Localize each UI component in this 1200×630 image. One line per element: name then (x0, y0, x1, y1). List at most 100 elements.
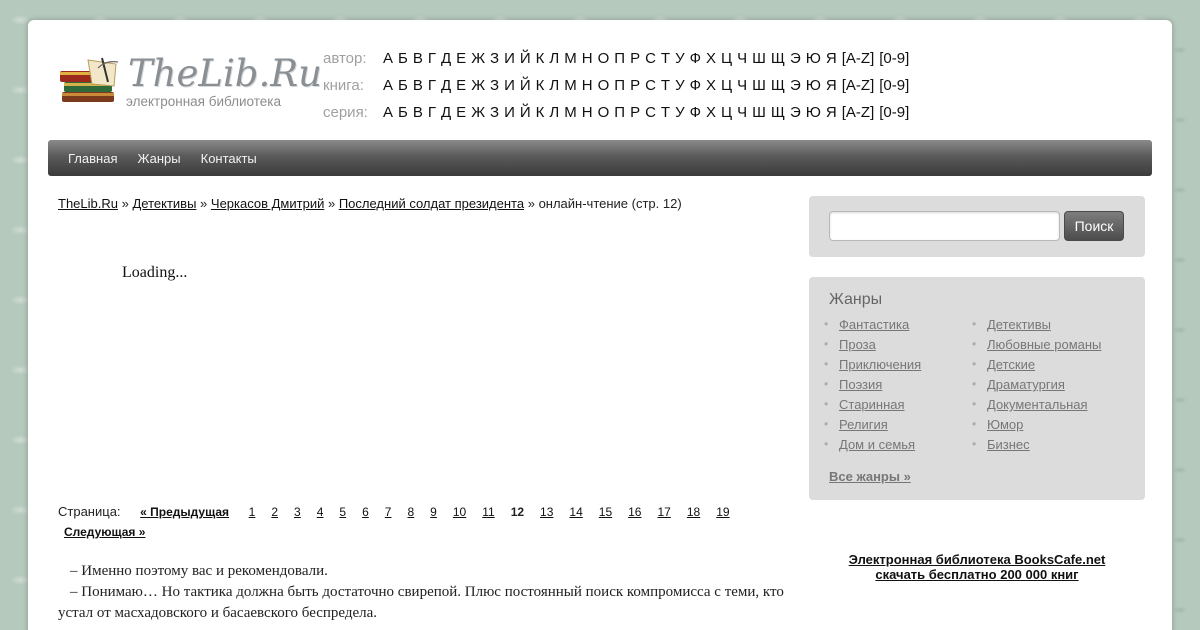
alphabet-letter-link[interactable]: Ф (690, 77, 701, 94)
alphabet-letter-link[interactable]: Е (456, 104, 466, 121)
page-link[interactable]: 3 (294, 505, 301, 519)
alphabet-letter-link[interactable]: Э (790, 50, 801, 67)
alphabet-letter-link[interactable]: В (413, 50, 423, 67)
site-logo[interactable]: TheLib.Ru электронная библиотека (58, 52, 322, 114)
alphabet-letter-link[interactable]: Ж (471, 77, 485, 94)
alphabet-letter-link[interactable]: Л (549, 77, 559, 94)
page-link[interactable]: 10 (453, 505, 466, 519)
alphabet-letter-link[interactable]: Ш (752, 50, 766, 67)
alphabet-letter-link[interactable]: Н (582, 104, 593, 121)
alphabet-letter-link[interactable]: Х (706, 104, 716, 121)
alphabet-letter-link[interactable]: Ш (752, 77, 766, 94)
genre-link[interactable]: Любовные романы (987, 337, 1101, 352)
alphabet-letter-link[interactable]: З (490, 104, 499, 121)
alphabet-letter-link[interactable]: С (645, 104, 656, 121)
alphabet-letter-link[interactable]: А (383, 50, 393, 67)
genre-link[interactable]: Бизнес (987, 437, 1030, 452)
alphabet-letter-link[interactable]: М (564, 50, 577, 67)
alphabet-letter-link[interactable]: З (490, 50, 499, 67)
alphabet-letter-link[interactable]: Э (790, 77, 801, 94)
alphabet-letter-link[interactable]: Ю (806, 50, 821, 67)
alphabet-letter-link[interactable]: А (383, 104, 393, 121)
search-button[interactable]: Поиск (1064, 211, 1124, 241)
alphabet-letter-link[interactable]: Л (549, 50, 559, 67)
page-link[interactable]: 2 (271, 505, 278, 519)
page-link[interactable]: 14 (569, 505, 582, 519)
alphabet-letter-link[interactable]: Д (441, 77, 451, 94)
genre-link[interactable]: Драматургия (987, 377, 1065, 392)
page-link[interactable]: 13 (540, 505, 553, 519)
alphabet-letter-link[interactable]: Ж (471, 104, 485, 121)
page-link[interactable]: 19 (716, 505, 729, 519)
alphabet-letter-link[interactable]: Ш (752, 104, 766, 121)
alphabet-letter-link[interactable]: В (413, 77, 423, 94)
alphabet-letter-link[interactable]: С (645, 50, 656, 67)
page-link[interactable]: 7 (385, 505, 392, 519)
alphabet-letter-link[interactable]: [A-Z] (842, 104, 875, 121)
alphabet-letter-link[interactable]: [0-9] (879, 77, 909, 94)
alphabet-letter-link[interactable]: У (675, 50, 685, 67)
alphabet-letter-link[interactable]: М (564, 77, 577, 94)
alphabet-letter-link[interactable]: Щ (771, 104, 785, 121)
alphabet-letter-link[interactable]: Ч (737, 50, 747, 67)
alphabet-letter-link[interactable]: Г (428, 77, 436, 94)
nav-contacts[interactable]: Контакты (201, 151, 257, 166)
alphabet-letter-link[interactable]: К (536, 50, 545, 67)
alphabet-letter-link[interactable]: Р (630, 104, 640, 121)
alphabet-letter-link[interactable]: П (614, 77, 625, 94)
breadcrumb-book[interactable]: Последний солдат президента (339, 196, 524, 211)
alphabet-letter-link[interactable]: Й (520, 50, 531, 67)
alphabet-letter-link[interactable]: Ч (737, 77, 747, 94)
alphabet-letter-link[interactable]: Щ (771, 50, 785, 67)
genre-link[interactable]: Религия (839, 417, 888, 432)
alphabet-letter-link[interactable]: Э (790, 104, 801, 121)
page-link[interactable]: 6 (362, 505, 369, 519)
alphabet-letter-link[interactable]: У (675, 104, 685, 121)
page-link[interactable]: 4 (317, 505, 324, 519)
genre-link[interactable]: Юмор (987, 417, 1023, 432)
alphabet-letter-link[interactable]: Е (456, 77, 466, 94)
alphabet-letter-link[interactable]: [0-9] (879, 104, 909, 121)
alphabet-letter-link[interactable]: К (536, 104, 545, 121)
alphabet-letter-link[interactable]: К (536, 77, 545, 94)
alphabet-letter-link[interactable]: И (504, 50, 515, 67)
page-link[interactable]: 15 (599, 505, 612, 519)
alphabet-letter-link[interactable]: Г (428, 50, 436, 67)
alphabet-letter-link[interactable]: М (564, 104, 577, 121)
genre-link[interactable]: Фантастика (839, 317, 909, 332)
page-link[interactable]: 17 (657, 505, 670, 519)
alphabet-letter-link[interactable]: Л (549, 104, 559, 121)
alphabet-letter-link[interactable]: С (645, 77, 656, 94)
alphabet-letter-link[interactable]: Р (630, 77, 640, 94)
alphabet-letter-link[interactable]: Е (456, 50, 466, 67)
alphabet-letter-link[interactable]: О (598, 77, 610, 94)
alphabet-letter-link[interactable]: П (614, 50, 625, 67)
genre-link[interactable]: Детские (987, 357, 1035, 372)
alphabet-letter-link[interactable]: Й (520, 77, 531, 94)
nav-genres[interactable]: Жанры (137, 151, 180, 166)
breadcrumb-home[interactable]: TheLib.Ru (58, 196, 118, 211)
alphabet-letter-link[interactable]: Х (706, 77, 716, 94)
alphabet-letter-link[interactable]: Я (826, 50, 837, 67)
page-link[interactable]: 11 (482, 505, 494, 519)
alphabet-letter-link[interactable]: Д (441, 50, 451, 67)
alphabet-letter-link[interactable]: Б (398, 50, 408, 67)
page-link[interactable]: 8 (407, 505, 414, 519)
genre-link[interactable]: Дом и семья (839, 437, 915, 452)
alphabet-letter-link[interactable]: Щ (771, 77, 785, 94)
alphabet-letter-link[interactable]: Н (582, 50, 593, 67)
alphabet-letter-link[interactable]: Т (661, 104, 670, 121)
search-input[interactable] (829, 211, 1060, 241)
alphabet-letter-link[interactable]: Ю (806, 77, 821, 94)
alphabet-letter-link[interactable]: Й (520, 104, 531, 121)
genre-link[interactable]: Проза (839, 337, 876, 352)
breadcrumb-author[interactable]: Черкасов Дмитрий (211, 196, 324, 211)
alphabet-letter-link[interactable]: Ц (721, 77, 732, 94)
alphabet-letter-link[interactable]: З (490, 77, 499, 94)
alphabet-letter-link[interactable]: В (413, 104, 423, 121)
alphabet-letter-link[interactable]: Б (398, 77, 408, 94)
genre-link[interactable]: Документальная (987, 397, 1088, 412)
nav-home[interactable]: Главная (68, 151, 117, 166)
page-link[interactable]: 5 (339, 505, 346, 519)
alphabet-letter-link[interactable]: [A-Z] (842, 77, 875, 94)
